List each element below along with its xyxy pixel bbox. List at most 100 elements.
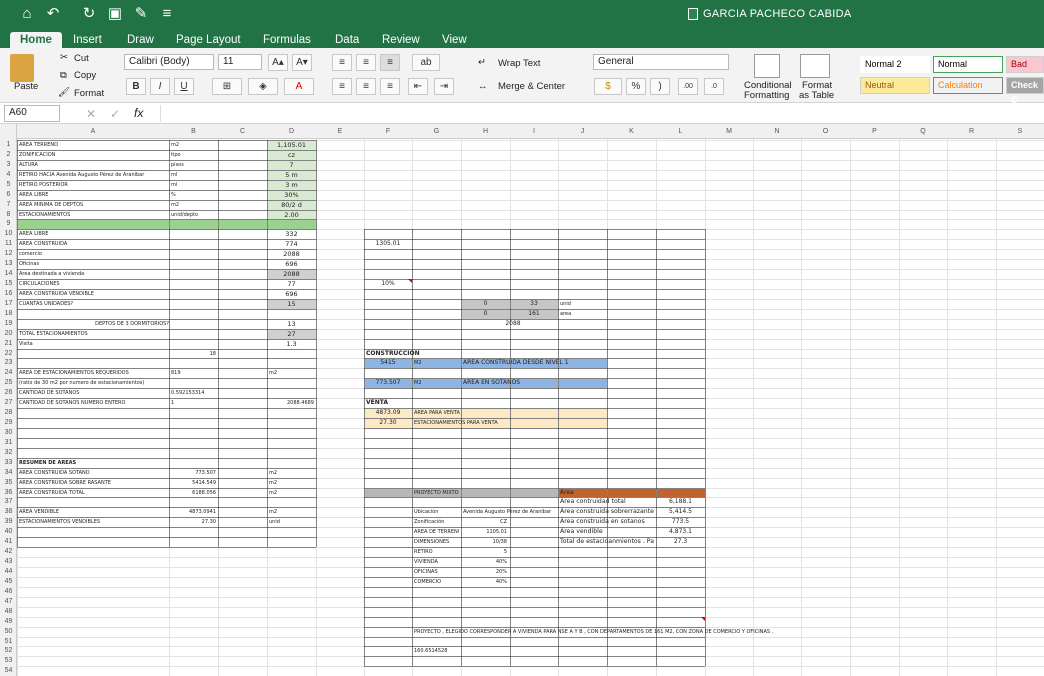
- cell[interactable]: AREA CONSTRUIDA VENDIBLE: [19, 289, 169, 299]
- font-name-select[interactable]: Calibri (Body): [124, 54, 214, 70]
- cell[interactable]: 40%: [463, 577, 507, 587]
- cell[interactable]: 696: [269, 289, 314, 299]
- row-header[interactable]: 1: [0, 140, 17, 150]
- column-header[interactable]: I: [510, 126, 558, 138]
- column-header[interactable]: B: [169, 126, 218, 138]
- cell[interactable]: %: [171, 190, 216, 200]
- row-header[interactable]: 17: [0, 299, 17, 309]
- cell[interactable]: 13: [269, 319, 314, 329]
- cell[interactable]: 1,105.01: [269, 140, 314, 150]
- cell[interactable]: 6188.056: [171, 488, 216, 498]
- cell[interactable]: 5 m: [269, 170, 314, 180]
- paste-icon[interactable]: [10, 54, 34, 82]
- merge-center-button[interactable]: Merge & Center: [498, 81, 565, 92]
- align-right-icon[interactable]: ≡: [380, 78, 400, 95]
- format-table-icon[interactable]: [800, 54, 830, 78]
- row-header[interactable]: 49: [0, 617, 17, 627]
- cell[interactable]: 33: [512, 299, 556, 309]
- cell[interactable]: 77: [269, 279, 314, 289]
- row-header[interactable]: 16: [0, 289, 17, 299]
- column-header[interactable]: M: [705, 126, 753, 138]
- column-header[interactable]: S: [996, 126, 1044, 138]
- row-header[interactable]: 39: [0, 517, 17, 527]
- cell[interactable]: RETIRO: [414, 547, 459, 557]
- undo-icon[interactable]: ↶: [44, 5, 62, 23]
- cell[interactable]: AREA TERRENO: [19, 140, 169, 150]
- underline-button[interactable]: U: [174, 78, 194, 95]
- cell[interactable]: m2: [269, 507, 314, 517]
- cell[interactable]: 2088: [269, 269, 314, 279]
- cell[interactable]: ESTACIONAMIENTOS PARA VENTA: [414, 418, 604, 428]
- column-header[interactable]: C: [218, 126, 267, 138]
- cell[interactable]: 27: [269, 329, 314, 339]
- style-normal-2[interactable]: Normal 2: [860, 56, 930, 73]
- cell[interactable]: Area: [560, 488, 760, 498]
- cell[interactable]: 10/38: [463, 537, 507, 547]
- cell[interactable]: m2: [269, 368, 314, 378]
- cell[interactable]: AREA CONSTRUIDA SOTANO: [19, 468, 169, 478]
- row-header[interactable]: 8: [0, 210, 17, 220]
- row-header[interactable]: 15: [0, 279, 17, 289]
- cell[interactable]: 696: [269, 259, 314, 269]
- cell[interactable]: tipo: [171, 150, 216, 160]
- cell[interactable]: 2088.4689: [269, 398, 314, 408]
- cell[interactable]: 5: [463, 547, 507, 557]
- copy-button[interactable]: Copy: [74, 70, 96, 81]
- format-painter-icon[interactable]: 🖌: [58, 87, 70, 98]
- cell[interactable]: 160.6514528: [414, 646, 459, 656]
- column-header[interactable]: L: [656, 126, 705, 138]
- row-header[interactable]: 7: [0, 200, 17, 210]
- cell[interactable]: 30%: [269, 190, 314, 200]
- cell[interactable]: 773.5: [658, 517, 703, 527]
- cell[interactable]: 773.507: [366, 378, 410, 388]
- font-size-select[interactable]: 11: [218, 54, 262, 70]
- font-color-icon[interactable]: A: [284, 78, 314, 95]
- row-header[interactable]: 29: [0, 418, 17, 428]
- increase-decimal-button[interactable]: .00: [678, 78, 698, 95]
- enter-icon[interactable]: ✓: [110, 107, 120, 121]
- column-header[interactable]: H: [461, 126, 510, 138]
- row-header[interactable]: 14: [0, 269, 17, 279]
- wrap-text-icon[interactable]: ↵: [478, 57, 486, 68]
- row-header[interactable]: 50: [0, 627, 17, 637]
- shrink-font-button[interactable]: A▾: [292, 54, 312, 71]
- cell[interactable]: 774: [269, 239, 314, 249]
- row-header[interactable]: 52: [0, 646, 17, 656]
- row-header[interactable]: 48: [0, 607, 17, 617]
- row-header[interactable]: 30: [0, 428, 17, 438]
- cell[interactable]: 332: [269, 229, 314, 239]
- percent-button[interactable]: %: [626, 78, 646, 95]
- tab-formulas[interactable]: Formulas: [263, 32, 311, 48]
- style-bad[interactable]: Bad: [1006, 56, 1044, 73]
- column-header[interactable]: O: [801, 126, 850, 138]
- column-header[interactable]: A: [17, 126, 169, 138]
- row-header[interactable]: 45: [0, 577, 17, 587]
- borders-icon[interactable]: ⊞: [212, 78, 242, 95]
- cell[interactable]: AREA VENDIBLE: [19, 507, 169, 517]
- row-header[interactable]: 27: [0, 398, 17, 408]
- orientation-icon[interactable]: ab: [412, 54, 440, 71]
- cell[interactable]: 3 m: [269, 180, 314, 190]
- merge-icon[interactable]: ↔: [478, 81, 488, 92]
- cell[interactable]: 27.30: [171, 517, 216, 527]
- edit-icon[interactable]: ✎: [132, 5, 150, 23]
- cell[interactable]: 10%: [366, 279, 410, 289]
- column-header[interactable]: F: [364, 126, 412, 138]
- redo-icon[interactable]: ↻: [80, 5, 98, 23]
- cell[interactable]: AREA EN SOTANOS: [463, 378, 608, 388]
- cell[interactable]: 7: [269, 160, 314, 170]
- row-header[interactable]: 54: [0, 666, 17, 676]
- cell[interactable]: AREA DE TERRENO: [414, 527, 459, 537]
- cell[interactable]: 40%: [463, 557, 507, 567]
- cell[interactable]: 4873.09: [366, 408, 410, 418]
- save-icon[interactable]: ▣: [106, 5, 124, 23]
- tab-home[interactable]: Home: [10, 32, 62, 48]
- cell[interactable]: pisos: [171, 160, 216, 170]
- cell[interactable]: ESTACIONAMIENTOS: [19, 210, 169, 220]
- style-calculation[interactable]: Calculation: [933, 77, 1003, 94]
- cell[interactable]: DIMENSIONES: [414, 537, 459, 547]
- row-header[interactable]: 36: [0, 488, 17, 498]
- cell[interactable]: AREA PARA VENTA: [414, 408, 604, 418]
- formula-input[interactable]: [160, 105, 1040, 122]
- cell[interactable]: 0: [463, 299, 508, 309]
